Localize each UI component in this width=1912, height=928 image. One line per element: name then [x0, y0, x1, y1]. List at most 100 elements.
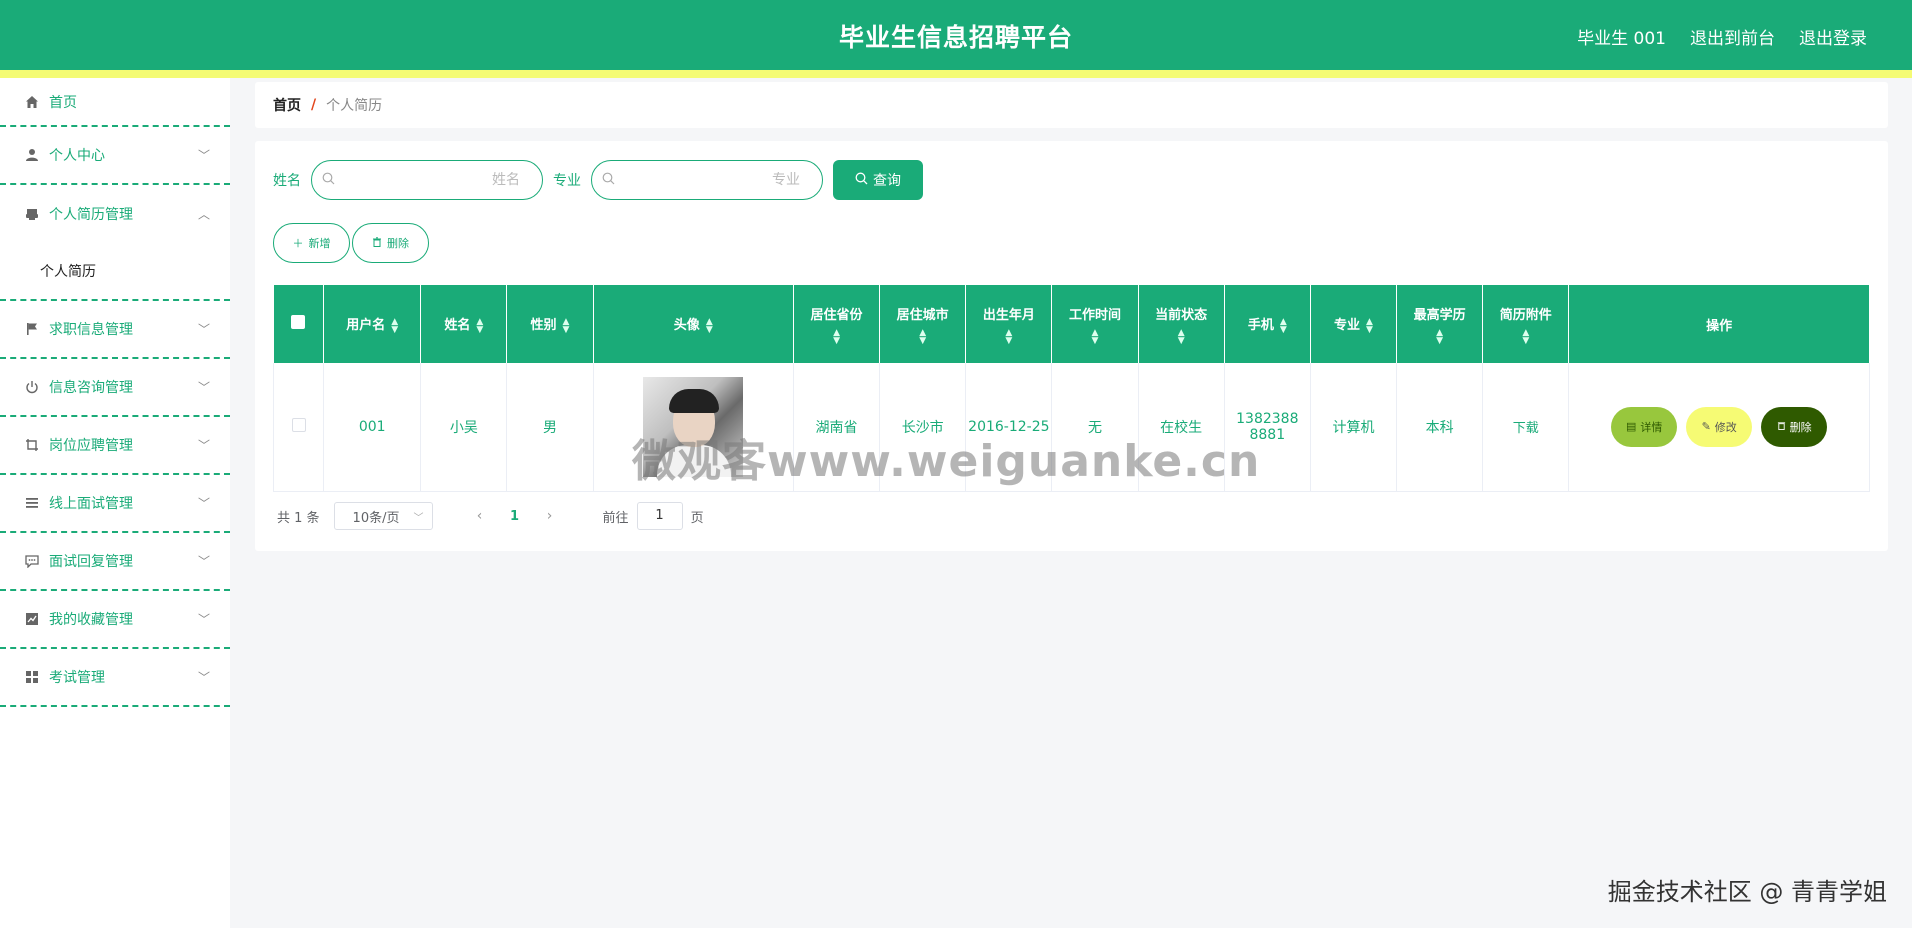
power-icon	[24, 379, 40, 395]
grid-icon	[24, 669, 40, 685]
select-all-cell[interactable]	[273, 285, 325, 363]
sort-icon[interactable]: ▲ ▼	[1522, 328, 1529, 345]
chevron-down-icon: ﹀	[197, 438, 210, 453]
column-header-city[interactable]: 居住城市 ▲ ▼	[879, 285, 967, 363]
exit-to-front-link[interactable]: 退出到前台	[1690, 24, 1775, 49]
sidebar-item-label: 个人简历	[40, 264, 96, 280]
sidebar-subitem-resume[interactable]: 个人简历	[0, 243, 230, 301]
page-size-select[interactable]: 10条/页 ﹀	[333, 502, 433, 530]
sidebar-item-favorites[interactable]: 我的收藏管理 ﹀	[0, 591, 230, 649]
edit-button[interactable]: ✎ 修改	[1686, 406, 1753, 447]
sidebar-item-interview-reply[interactable]: 面试回复管理 ﹀	[0, 533, 230, 591]
page-number-current[interactable]: 1	[505, 509, 525, 524]
avatar[interactable]	[643, 376, 744, 477]
chevron-down-icon: ﹀	[197, 496, 210, 511]
sidebar-item-online-interview[interactable]: 线上面试管理 ﹀	[0, 475, 230, 533]
column-header-phone[interactable]: 手机 ▲ ▼	[1224, 285, 1311, 363]
query-button-label: 查询	[873, 172, 901, 188]
chevron-down-icon: ﹀	[197, 322, 210, 337]
cell-name: 小吴	[420, 363, 508, 492]
chevron-down-icon: ﹀	[413, 512, 424, 524]
sidebar-item-job-info[interactable]: 求职信息管理 ﹀	[0, 301, 230, 359]
column-header-username[interactable]: 用户名 ▲ ▼	[323, 285, 422, 363]
sidebar-item-personal-center[interactable]: 个人中心 ﹀	[0, 127, 230, 185]
current-user: 毕业生 001	[1577, 29, 1666, 49]
cell-status: 在校生	[1138, 363, 1225, 492]
sort-icon[interactable]: ▲ ▼	[1005, 328, 1012, 345]
column-header-education[interactable]: 最高学历 ▲ ▼	[1396, 285, 1484, 363]
sidebar-item-label: 考试管理	[49, 670, 105, 686]
row-select-cell[interactable]	[272, 363, 325, 492]
detail-button[interactable]: ▤ 详情	[1611, 406, 1678, 447]
batch-delete-button[interactable]: 删除	[352, 223, 429, 263]
sort-icon[interactable]: ▲ ▼	[919, 328, 926, 345]
sort-icon[interactable]: ▲ ▼	[1280, 317, 1287, 334]
column-header-major[interactable]: 专业 ▲ ▼	[1310, 285, 1398, 363]
table-header-row: 用户名 ▲ ▼ 姓名 ▲ ▼ 性别 ▲ ▼ 头像 ▲ ▼ 居住省份 ▲ ▼ 居住城市 ▲ ▼ 出生年月 ▲…	[273, 285, 1870, 363]
cell-gender: 男	[506, 363, 594, 492]
cell-city: 长沙市	[879, 363, 967, 492]
column-header-work-time[interactable]: 工作时间 ▲ ▼	[1051, 285, 1139, 363]
sort-icon[interactable]: ▲ ▼	[833, 328, 840, 345]
top-header: 毕业生信息招聘平台 毕业生 001 退出到前台 退出登录	[0, 0, 1912, 70]
cell-operations: ▤ 详情 ✎ 修改 删除	[1568, 363, 1870, 492]
sort-icon[interactable]: ▲ ▼	[1092, 328, 1099, 345]
sidebar-item-consult[interactable]: 信息咨询管理 ﹀	[0, 359, 230, 417]
major-search-field[interactable]	[591, 160, 823, 200]
column-header-province[interactable]: 居住省份 ▲ ▼	[793, 285, 881, 363]
trash-icon	[372, 236, 382, 250]
chevron-up-icon: ︿	[197, 207, 210, 222]
column-header-gender[interactable]: 性别 ▲ ▼	[506, 285, 594, 363]
next-page-icon[interactable]: ›	[535, 508, 565, 524]
breadcrumb-home[interactable]: 首页	[273, 95, 301, 115]
sort-icon[interactable]: ▲ ▼	[391, 317, 398, 334]
sort-icon[interactable]: ▲ ▼	[563, 317, 570, 334]
sidebar-item-label: 线上面试管理	[49, 496, 133, 512]
column-header-operations: 操作	[1568, 285, 1870, 363]
column-header-birth[interactable]: 出生年月 ▲ ▼	[965, 285, 1053, 363]
column-header-avatar[interactable]: 头像 ▲ ▼	[593, 285, 794, 363]
cell-work-time: 无	[1051, 363, 1139, 492]
chevron-down-icon: ﹀	[197, 380, 210, 395]
goto-page: 前往 1 页	[603, 502, 704, 530]
user-icon	[24, 147, 40, 163]
sort-icon[interactable]: ▲ ▼	[476, 317, 483, 334]
header-actions: 毕业生 001 退出到前台 退出登录	[1577, 24, 1867, 49]
sidebar-item-resume-management[interactable]: 个人简历管理 ︿	[0, 185, 230, 243]
name-label: 姓名	[273, 173, 301, 189]
column-header-status[interactable]: 当前状态 ▲ ▼	[1138, 285, 1225, 363]
total-count: 共 1 条	[277, 510, 320, 526]
logout-link[interactable]: 退出登录	[1799, 24, 1867, 49]
row-checkbox[interactable]	[291, 417, 306, 432]
select-all-checkbox[interactable]	[291, 315, 306, 329]
search-icon	[855, 172, 868, 188]
sidebar-item-home[interactable]: 首页	[0, 78, 230, 127]
pencil-icon: ✎	[1701, 421, 1711, 434]
major-search-input[interactable]	[615, 172, 800, 188]
chevron-down-icon: ﹀	[197, 670, 210, 685]
sort-icon[interactable]: ▲ ▼	[1436, 328, 1443, 345]
column-header-name[interactable]: 姓名 ▲ ▼	[420, 285, 508, 363]
add-button[interactable]: ＋ 新增	[273, 223, 350, 263]
prev-page-icon[interactable]: ‹	[465, 508, 495, 524]
query-button[interactable]: 查询	[833, 160, 923, 200]
flag-icon	[24, 321, 40, 337]
chevron-down-icon: ﹀	[197, 148, 210, 163]
main-panel: 姓名 专业 查询 ＋ 新增	[255, 141, 1888, 551]
download-link[interactable]: 下载	[1513, 421, 1539, 436]
sidebar-item-exam[interactable]: 考试管理 ﹀	[0, 649, 230, 707]
name-search-input[interactable]	[335, 172, 520, 188]
sort-icon[interactable]: ▲ ▼	[1178, 328, 1185, 345]
column-header-attachment[interactable]: 简历附件 ▲ ▼	[1482, 285, 1570, 363]
sort-icon[interactable]: ▲ ▼	[706, 317, 713, 334]
sidebar-item-label: 个人简历管理	[49, 207, 133, 223]
sidebar-item-application[interactable]: 岗位应聘管理 ﹀	[0, 417, 230, 475]
add-button-label: 新增	[308, 238, 331, 250]
delete-button[interactable]: 删除	[1761, 406, 1828, 447]
sort-icon[interactable]: ▲ ▼	[1366, 317, 1373, 334]
sidebar-item-label: 首页	[49, 94, 77, 111]
name-search-field[interactable]	[311, 160, 543, 200]
goto-page-input[interactable]: 1	[636, 502, 683, 530]
breadcrumb-separator: /	[311, 97, 317, 113]
resume-table: 用户名 ▲ ▼ 姓名 ▲ ▼ 性别 ▲ ▼ 头像 ▲ ▼ 居住省份 ▲ ▼ 居住城市 ▲ ▼ 出生年月 ▲…	[272, 285, 1870, 492]
